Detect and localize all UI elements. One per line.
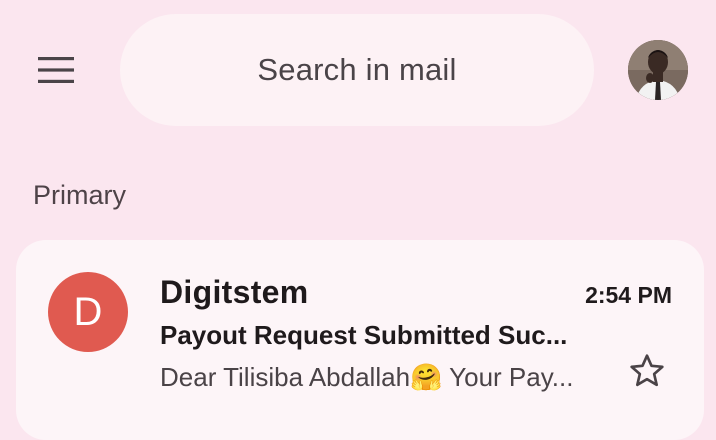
sender-avatar-letter: D [73, 289, 103, 334]
star-outline-icon [630, 354, 664, 387]
sender-name: Digitstem [160, 274, 309, 310]
account-avatar-photo [628, 40, 688, 100]
section-label-primary: Primary [33, 180, 126, 210]
email-list-item[interactable]: D Digitstem 2:54 PM Payout Request Submi… [16, 240, 704, 440]
search-bar[interactable]: Search in mail [120, 14, 594, 126]
menu-button[interactable] [20, 44, 92, 96]
email-snippet: Dear Tilisiba Abdallah🤗 Your Pay... [160, 362, 574, 392]
account-avatar[interactable] [628, 40, 688, 100]
search-placeholder: Search in mail [257, 52, 457, 87]
hamburger-menu-icon [38, 57, 74, 83]
sender-avatar: D [48, 272, 128, 352]
star-button[interactable] [626, 350, 668, 392]
email-subject: Payout Request Submitted Suc... [160, 320, 568, 350]
email-time: 2:54 PM [585, 282, 672, 308]
